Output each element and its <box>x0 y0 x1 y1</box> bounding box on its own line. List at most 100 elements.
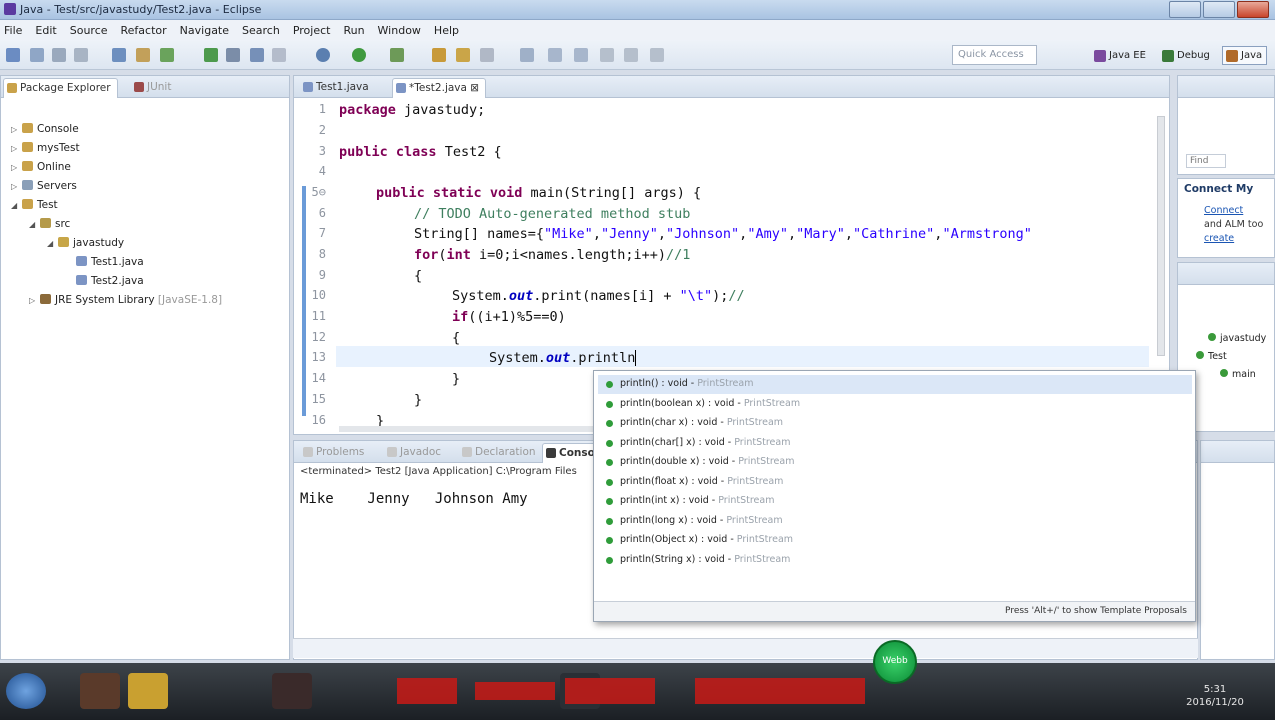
new-class-icon[interactable] <box>456 48 470 62</box>
new-icon[interactable] <box>6 48 20 62</box>
menu-refactor[interactable]: Refactor <box>121 24 167 37</box>
method-icon <box>1220 369 1228 377</box>
proposal-item[interactable]: println(String x) : void - PrintStream <box>598 551 1192 570</box>
watermark-graphic <box>397 678 865 704</box>
debug-icon[interactable] <box>316 48 330 62</box>
new-package-icon[interactable] <box>432 48 446 62</box>
deploy-icon[interactable] <box>160 48 174 62</box>
proposal-item[interactable]: println(long x) : void - PrintStream <box>598 512 1192 531</box>
tab-junit[interactable]: JUnit <box>131 78 177 98</box>
check-icon[interactable] <box>204 48 218 62</box>
menu-window[interactable]: Window <box>378 24 421 37</box>
proposal-item[interactable]: println(char[] x) : void - PrintStream <box>598 434 1192 453</box>
outline-item[interactable]: main <box>1220 369 1256 380</box>
tab-problems[interactable]: Problems <box>300 443 370 463</box>
tab-javadoc[interactable]: Javadoc <box>384 443 447 463</box>
maximize-button[interactable] <box>1203 1 1235 18</box>
tree-item-test[interactable]: ◢ Test <box>11 199 58 211</box>
tool-icon[interactable] <box>600 48 614 62</box>
menu-project[interactable]: Project <box>293 24 331 37</box>
menu-edit[interactable]: Edit <box>35 24 56 37</box>
tool-icon[interactable] <box>272 48 286 62</box>
perspective-debug[interactable]: Debug <box>1158 46 1215 65</box>
code-line: String[] names={"Mike","Jenny","Johnson"… <box>414 226 1032 242</box>
proposal-item[interactable]: println(boolean x) : void - PrintStream <box>598 395 1192 414</box>
tab-test2-java[interactable]: *Test2.java ⊠ <box>392 78 487 98</box>
tab-test1-java[interactable]: Test1.java <box>300 78 375 98</box>
minimize-button[interactable] <box>1169 1 1201 18</box>
proposal-item[interactable]: println(int x) : void - PrintStream <box>598 492 1192 511</box>
forward-icon[interactable] <box>650 48 664 62</box>
tree-item-servers[interactable]: ▷ Servers <box>11 180 77 192</box>
tool-icon[interactable] <box>226 48 240 62</box>
mylyn-create-link[interactable]: create <box>1204 233 1234 244</box>
folder-icon[interactable] <box>128 673 168 709</box>
eclipse-taskbar-icon[interactable] <box>272 673 312 709</box>
back-icon[interactable] <box>624 48 638 62</box>
proposal-item[interactable]: println(float x) : void - PrintStream <box>598 473 1192 492</box>
firefox-icon[interactable] <box>80 673 120 709</box>
expand-toggle[interactable]: ▷ <box>29 296 37 305</box>
mylyn-connect-link[interactable]: Connect <box>1204 205 1243 216</box>
close-button[interactable] <box>1237 1 1269 18</box>
system-clock[interactable]: 5:31 2016/11/20 <box>1165 683 1265 709</box>
find-input[interactable]: Find <box>1186 154 1226 168</box>
proposal-signature: println(long x) : void <box>620 515 717 526</box>
code-text: Test2 { <box>436 144 502 160</box>
tree-item-src[interactable]: ◢ src <box>29 218 70 230</box>
expand-toggle[interactable]: ▷ <box>11 163 19 172</box>
tree-item-test2-java[interactable]: Test2.java <box>65 275 144 287</box>
tool-icon[interactable] <box>480 48 494 62</box>
run-icon[interactable] <box>352 48 366 62</box>
expand-toggle[interactable]: ▷ <box>11 125 19 134</box>
expand-toggle[interactable]: ◢ <box>29 220 37 229</box>
line-number: 3 <box>318 144 326 158</box>
expand-toggle[interactable]: ◢ <box>11 201 19 210</box>
search-icon[interactable] <box>520 48 534 62</box>
expand-toggle[interactable]: ◢ <box>47 239 55 248</box>
perspective-java[interactable]: Java <box>1222 46 1268 65</box>
tool-icon[interactable] <box>548 48 562 62</box>
outline-item[interactable]: Test <box>1196 351 1227 362</box>
perspective-java-ee[interactable]: Java EE <box>1090 46 1151 65</box>
tree-item-test1-java[interactable]: Test1.java <box>65 256 144 268</box>
tool-icon[interactable] <box>112 48 126 62</box>
expand-toggle[interactable]: ▷ <box>11 182 19 191</box>
menu-source[interactable]: Source <box>70 24 108 37</box>
proposal-signature: println(Object x) : void <box>620 534 728 545</box>
proposal-item[interactable]: println(Object x) : void - PrintStream <box>598 531 1192 550</box>
content-assist-popup[interactable]: println() : void - PrintStream println(b… <box>593 370 1196 622</box>
start-button[interactable] <box>6 673 46 709</box>
save-all-icon[interactable] <box>52 48 66 62</box>
proposal-item[interactable]: println() : void - PrintStream <box>598 375 1192 394</box>
menu-navigate[interactable]: Navigate <box>180 24 229 37</box>
editor-vertical-scrollbar[interactable] <box>1157 116 1165 356</box>
server-icon[interactable] <box>136 48 150 62</box>
code-comment: // <box>728 288 745 304</box>
save-icon[interactable] <box>30 48 44 62</box>
expand-toggle[interactable]: ▷ <box>11 144 19 153</box>
tree-item-online[interactable]: ▷ Online <box>11 161 71 173</box>
tool-icon[interactable] <box>250 48 264 62</box>
menu-run[interactable]: Run <box>343 24 364 37</box>
method-icon <box>606 381 613 388</box>
outline-item[interactable]: javastudy <box>1208 333 1266 344</box>
panel-tabbar <box>1201 441 1274 463</box>
tool-icon[interactable] <box>574 48 588 62</box>
menu-file[interactable]: File <box>4 24 22 37</box>
quick-access-input[interactable]: Quick Access <box>952 45 1037 65</box>
perspective-label: Java <box>1241 50 1263 61</box>
external-tools-icon[interactable] <box>390 48 404 62</box>
menu-help[interactable]: Help <box>434 24 459 37</box>
proposal-item[interactable]: println(double x) : void - PrintStream <box>598 453 1192 472</box>
tree-item-console[interactable]: ▷ Console <box>11 123 79 135</box>
tree-item-mystest[interactable]: ▷ mysTest <box>11 142 80 154</box>
tree-item-jre[interactable]: ▷ JRE System Library [JavaSE-1.8] <box>29 294 222 306</box>
menu-search[interactable]: Search <box>242 24 280 37</box>
tab-package-explorer[interactable]: Package Explorer <box>3 78 118 98</box>
tree-item-javastudy[interactable]: ◢ javastudy <box>47 237 124 249</box>
tab-declaration[interactable]: Declaration <box>459 443 542 463</box>
print-icon[interactable] <box>74 48 88 62</box>
proposal-item[interactable]: println(char x) : void - PrintStream <box>598 414 1192 433</box>
current-line-highlight <box>336 346 1149 367</box>
